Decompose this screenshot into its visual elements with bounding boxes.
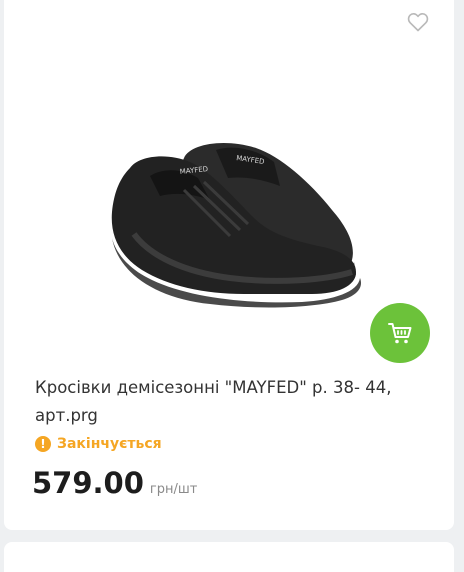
product-card: MAYFED MAYFED Кросівки демісезонні "MAYF…	[4, 0, 454, 530]
warning-icon: !	[35, 436, 51, 452]
add-to-cart-button[interactable]	[370, 303, 430, 363]
product-title-link[interactable]: Кросівки демісезонні "MAYFED" р. 38- 44,…	[35, 374, 425, 430]
stock-status: ! Закінчується	[35, 436, 162, 452]
next-product-card	[4, 542, 454, 572]
stock-status-label: Закінчується	[57, 436, 162, 452]
wishlist-button[interactable]	[406, 10, 430, 34]
price-unit: грн/шт	[149, 482, 198, 497]
price-row: 579.00 грн/шт	[32, 466, 197, 500]
heart-icon	[407, 12, 429, 32]
cart-icon	[388, 323, 412, 344]
product-image[interactable]: MAYFED MAYFED	[34, 40, 424, 360]
price-value: 579.00	[32, 466, 144, 500]
